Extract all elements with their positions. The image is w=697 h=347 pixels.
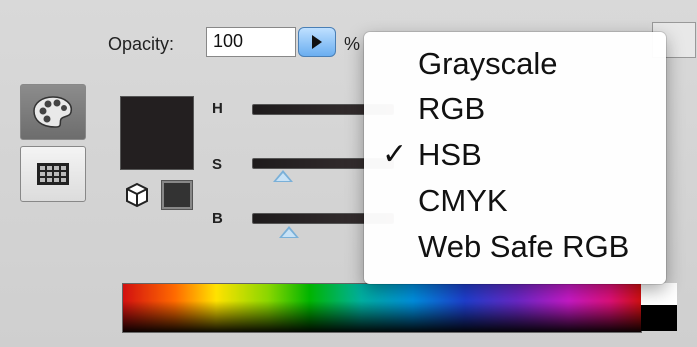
menu-item-grayscale[interactable]: Grayscale (364, 42, 666, 86)
slider-label-h: H (212, 100, 223, 117)
menu-item-label: Web Safe RGB (418, 229, 630, 264)
menu-item-web-safe-rgb[interactable]: Web Safe RGB (364, 224, 666, 270)
opacity-input[interactable]: 100 (206, 27, 296, 57)
color-mode-menu: Grayscale RGB ✓ HSB CMYK Web Safe RGB (364, 32, 666, 284)
slider-label-s: S (212, 156, 223, 173)
black-swatch[interactable] (641, 305, 677, 331)
slider-label-b: B (212, 210, 223, 227)
foreground-color-swatch[interactable] (120, 96, 194, 170)
white-swatch[interactable] (641, 283, 677, 305)
swatches-mode-button[interactable] (20, 146, 86, 202)
menu-item-cmyk[interactable]: CMYK (364, 178, 666, 224)
web-safe-color-swatch[interactable] (161, 180, 193, 210)
slider-thumb-b[interactable] (279, 226, 299, 238)
opacity-slider-button[interactable] (298, 27, 336, 57)
opacity-label: Opacity: (108, 34, 175, 54)
swatch-grid-icon (37, 163, 69, 185)
color-panel: Opacity: 100 % H S B Grayscale RGB ✓ HSB… (0, 0, 697, 347)
menu-item-label: HSB (418, 137, 482, 172)
color-palette-mode-button[interactable] (20, 84, 86, 140)
slider-thumb-s[interactable] (273, 170, 293, 182)
menu-item-label: Grayscale (418, 46, 558, 81)
web-safe-cube-icon[interactable] (124, 182, 150, 208)
menu-item-hsb[interactable]: ✓ HSB (364, 132, 666, 178)
color-spectrum-bar[interactable] (122, 283, 642, 333)
palette-icon (33, 96, 73, 128)
opacity-unit: % (344, 34, 361, 54)
checkmark-icon: ✓ (382, 138, 408, 171)
menu-item-label: CMYK (418, 183, 508, 218)
menu-item-label: RGB (418, 91, 486, 126)
menu-item-rgb[interactable]: RGB (364, 86, 666, 132)
play-arrow-icon (312, 35, 322, 49)
